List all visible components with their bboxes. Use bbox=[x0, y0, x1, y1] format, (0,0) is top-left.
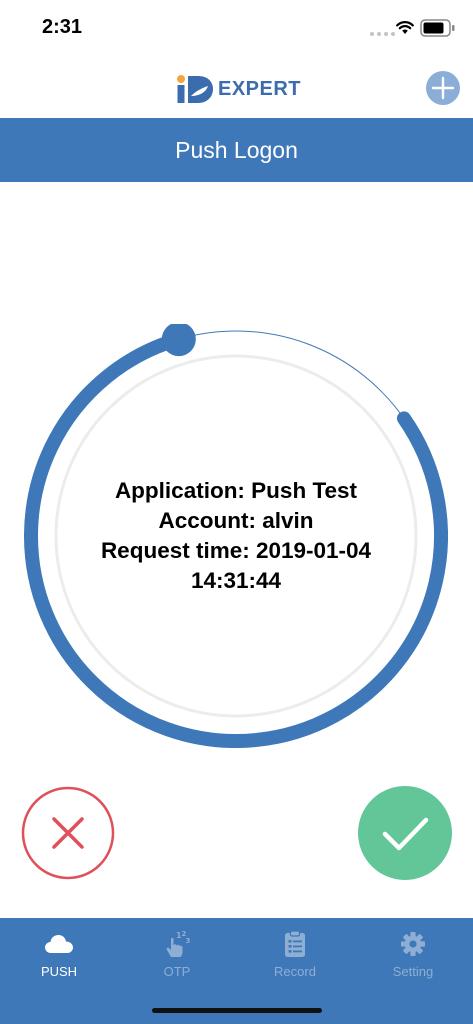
title-bar: Push Logon bbox=[0, 118, 473, 182]
tab-label: Setting bbox=[392, 964, 434, 979]
request-time-text: Request time: 2019-01-04 bbox=[100, 538, 372, 563]
status-bar: 2:31 bbox=[0, 0, 473, 56]
page-title: Push Logon bbox=[175, 136, 298, 163]
tab-label: OTP bbox=[163, 964, 191, 979]
wifi-icon bbox=[396, 21, 414, 34]
tab-otp[interactable]: 1 2 3 OTP bbox=[118, 918, 236, 988]
cloud-icon bbox=[45, 935, 73, 953]
add-button[interactable] bbox=[426, 71, 460, 105]
gear-icon bbox=[401, 932, 425, 956]
svg-text:3: 3 bbox=[186, 937, 191, 945]
application-text: Application: Push Test bbox=[114, 478, 358, 503]
tab-label: PUSH bbox=[40, 964, 78, 979]
account-text: Account: alvin bbox=[158, 508, 314, 533]
checkmark-icon bbox=[358, 786, 452, 880]
close-icon bbox=[21, 786, 115, 880]
clipboard-icon bbox=[285, 930, 305, 957]
timer-knob bbox=[161, 324, 196, 357]
id-logo-mark-icon bbox=[177, 75, 213, 103]
battery-icon bbox=[420, 19, 455, 37]
approve-button[interactable] bbox=[358, 786, 452, 880]
request-clock-text: 14:31:44 bbox=[190, 568, 282, 593]
tab-setting[interactable]: Setting bbox=[354, 918, 472, 988]
tab-label: Record bbox=[274, 964, 316, 979]
push-request-info: Application: Push Test Account: alvin Re… bbox=[56, 476, 416, 596]
logo-text: EXPERT bbox=[218, 77, 302, 100]
home-indicator bbox=[152, 1008, 322, 1013]
app-header: EXPERT bbox=[0, 56, 473, 118]
otp-touch-icon: 1 2 3 bbox=[166, 930, 191, 957]
tab-record[interactable]: Record bbox=[236, 918, 354, 988]
id-expert-logo: EXPERT bbox=[176, 74, 301, 104]
status-time: 2:31 bbox=[42, 16, 83, 38]
tab-push[interactable]: PUSH bbox=[0, 918, 118, 988]
signal-strength-icon bbox=[370, 32, 395, 36]
reject-button[interactable] bbox=[21, 786, 115, 880]
plus-icon bbox=[431, 76, 455, 100]
